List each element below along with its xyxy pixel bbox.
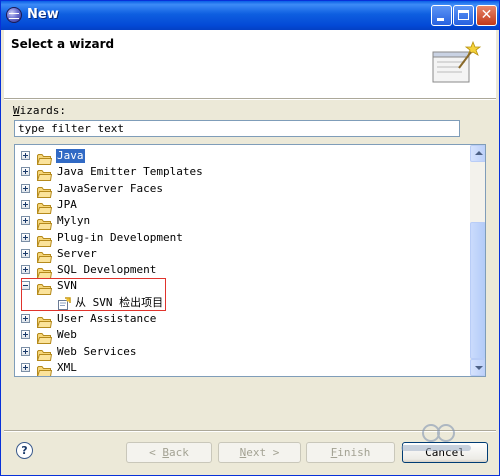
folder-icon bbox=[36, 329, 53, 345]
back-button[interactable]: < Back bbox=[126, 442, 212, 463]
tree-item[interactable]: XML bbox=[15, 360, 465, 376]
expand-icon[interactable] bbox=[21, 265, 30, 275]
tree-item[interactable]: JPA bbox=[15, 197, 465, 214]
tree-item[interactable]: SQL Development bbox=[15, 262, 465, 280]
tree-item-label: JavaServer Faces bbox=[57, 181, 163, 195]
tree-item-label: User Assistance bbox=[57, 312, 157, 325]
expand-icon[interactable] bbox=[21, 362, 30, 372]
wizards-label-mnemonic: W bbox=[13, 104, 20, 117]
tree-item[interactable]: Web Services bbox=[15, 344, 465, 361]
folder-icon bbox=[36, 346, 53, 361]
tree-item-label: Mylyn bbox=[57, 214, 91, 228]
tree-item[interactable]: Server bbox=[15, 246, 465, 263]
tree-item-label: Java Emitter Templates bbox=[57, 165, 203, 179]
eclipse-icon bbox=[6, 7, 22, 23]
header-divider-highlight bbox=[4, 99, 496, 100]
folder-icon bbox=[36, 248, 53, 263]
filter-input[interactable] bbox=[14, 120, 460, 137]
folder-icon bbox=[36, 166, 53, 182]
page-title: Select a wizard bbox=[11, 37, 115, 51]
expand-icon[interactable] bbox=[21, 248, 30, 258]
title-bar[interactable]: New ✕ bbox=[1, 1, 499, 30]
folder-icon bbox=[36, 264, 53, 280]
expand-icon[interactable] bbox=[21, 330, 30, 340]
folder-icon bbox=[36, 215, 53, 231]
folder-icon bbox=[36, 199, 53, 214]
tree-item[interactable]: Mylyn bbox=[15, 213, 465, 231]
chevron-down-icon bbox=[475, 366, 483, 370]
back-mnemonic: B bbox=[162, 446, 169, 459]
tree-item[interactable]: Java Emitter Templates bbox=[15, 164, 465, 182]
tree-item[interactable]: Java bbox=[15, 148, 465, 165]
tree-item[interactable]: Web bbox=[15, 327, 465, 345]
tree-item-label: Web bbox=[57, 328, 77, 342]
expand-icon[interactable] bbox=[21, 346, 30, 356]
expand-icon[interactable] bbox=[21, 199, 30, 209]
close-button[interactable]: ✕ bbox=[476, 5, 497, 26]
minimize-icon bbox=[437, 18, 444, 21]
wizards-label: Wizards: bbox=[13, 104, 66, 117]
close-icon: ✕ bbox=[480, 7, 493, 23]
folder-icon bbox=[36, 313, 53, 328]
next-button[interactable]: Next > bbox=[218, 442, 301, 463]
tree-item[interactable]: User Assistance bbox=[15, 311, 465, 328]
expand-icon[interactable] bbox=[21, 151, 30, 160]
tree-item[interactable]: Plug-in Development bbox=[15, 230, 465, 247]
new-wizard-dialog: New ✕ Select a wizard Wizards: Java Java … bbox=[0, 0, 500, 476]
folder-icon bbox=[37, 362, 53, 376]
next-label: ext > bbox=[246, 446, 280, 459]
maximize-button[interactable] bbox=[453, 5, 474, 26]
tree-item[interactable]: JavaServer Faces bbox=[15, 181, 465, 198]
tree-item-label: XML bbox=[57, 360, 77, 374]
tree-item-label: Plug-in Development bbox=[57, 230, 183, 244]
scroll-up-button[interactable] bbox=[470, 145, 485, 162]
tree-item-label: SQL Development bbox=[57, 263, 157, 277]
tree-item-label: JPA bbox=[57, 197, 77, 211]
folder-icon bbox=[36, 150, 53, 165]
window-title: New bbox=[27, 7, 59, 22]
help-icon: ? bbox=[21, 444, 28, 457]
minimize-button[interactable] bbox=[431, 5, 452, 26]
back-label: ack bbox=[169, 446, 189, 459]
expand-icon[interactable] bbox=[21, 314, 30, 323]
folder-icon bbox=[36, 183, 53, 198]
tree-item-label: Server bbox=[57, 246, 97, 260]
help-button[interactable]: ? bbox=[16, 442, 33, 459]
wizard-tree[interactable]: Java Java Emitter Templates JavaServer Fac… bbox=[14, 144, 486, 377]
tree-item-label: Java bbox=[56, 149, 85, 163]
wizards-label-text: izards: bbox=[19, 104, 66, 117]
maximize-icon bbox=[458, 10, 469, 20]
annotation-highlight-box bbox=[21, 278, 166, 311]
watermark-logo bbox=[401, 424, 471, 451]
wizard-header: Select a wizard bbox=[4, 30, 496, 98]
expand-icon[interactable] bbox=[21, 232, 30, 242]
scroll-down-button[interactable] bbox=[470, 359, 485, 376]
folder-icon bbox=[36, 232, 53, 247]
vertical-scrollbar[interactable] bbox=[470, 145, 485, 376]
scrollbar-thumb[interactable] bbox=[470, 222, 485, 359]
expand-icon[interactable] bbox=[21, 216, 30, 226]
finish-label: inish bbox=[337, 446, 371, 459]
tree-item-label: Web Services bbox=[57, 344, 137, 358]
expand-icon[interactable] bbox=[21, 167, 30, 177]
wizard-banner-icon bbox=[432, 40, 482, 83]
back-arrow: < bbox=[149, 446, 163, 459]
expand-icon[interactable] bbox=[21, 183, 30, 193]
chevron-up-icon bbox=[475, 151, 483, 155]
